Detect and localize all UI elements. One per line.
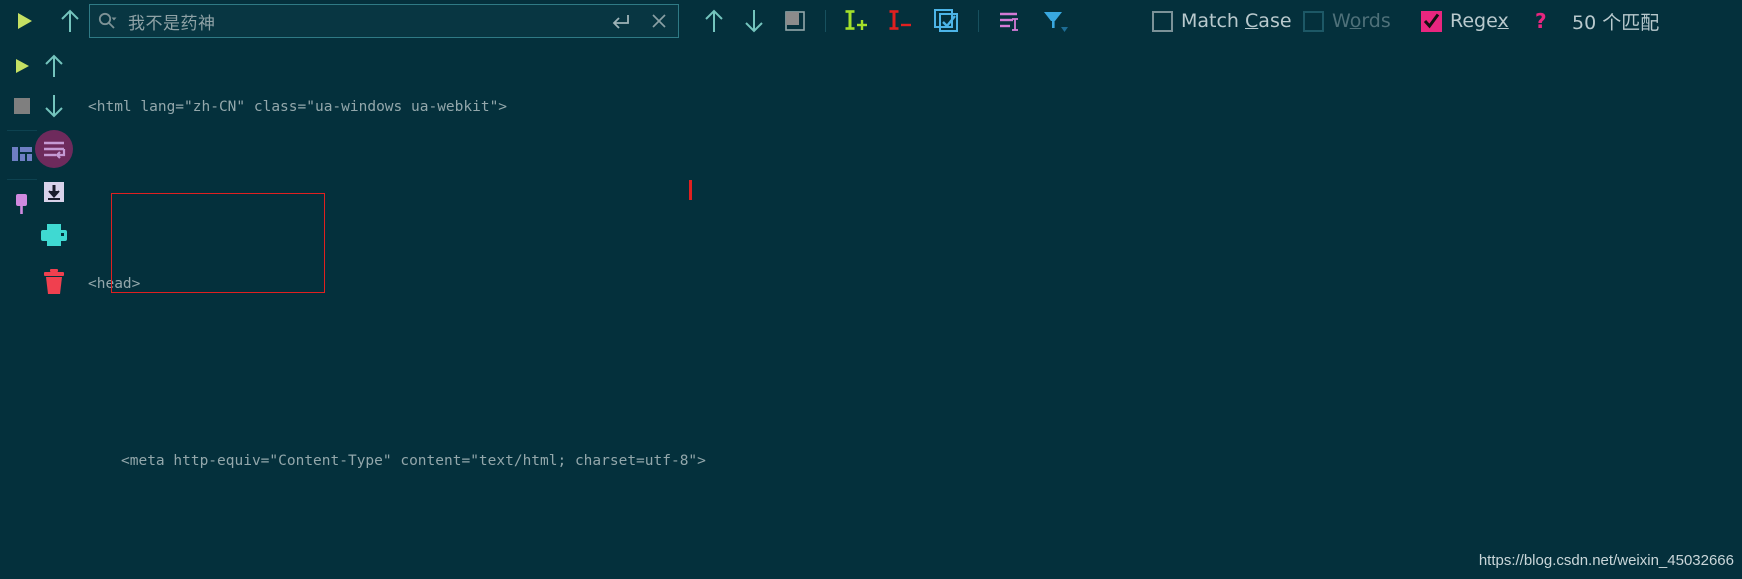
bookmark-add-button[interactable] <box>835 8 879 34</box>
pin-icon <box>16 194 27 214</box>
sidebar-column-right <box>32 42 76 306</box>
arrow-down-icon <box>745 10 763 33</box>
sidebar-item-word-wrap[interactable] <box>32 126 76 172</box>
panel-toggle-icon <box>785 11 805 31</box>
match-count-label: 50 个匹配 <box>1572 11 1660 34</box>
code-line: <meta http-equiv="Content-Type" content=… <box>121 453 706 469</box>
layout-panels-icon <box>12 147 32 161</box>
search-box[interactable]: 我不是药神 <box>89 4 679 38</box>
check-icon <box>1423 13 1440 28</box>
toggle-panel-button[interactable] <box>774 9 816 33</box>
arrow-up-icon <box>705 9 723 32</box>
match-case-checkbox[interactable] <box>1152 10 1173 32</box>
words-label: Words <box>1332 10 1391 32</box>
code-line: <head> <box>88 276 141 292</box>
find-next-button[interactable] <box>734 8 774 34</box>
filter-dropdown-icon <box>1044 12 1068 32</box>
play-run-icon <box>16 59 29 73</box>
sidebar-item-scroll-down[interactable] <box>32 86 76 126</box>
bookmark-remove-button[interactable] <box>879 8 923 34</box>
toolbar-divider <box>978 10 979 32</box>
sidebar-item-print[interactable] <box>32 212 76 258</box>
list-lines-button[interactable] <box>988 8 1032 34</box>
select-all-matches-icon <box>934 9 958 32</box>
trash-icon <box>44 269 64 294</box>
list-lines-icon <box>1000 12 1018 31</box>
code-view[interactable]: <html lang="zh-CN" class="ua-windows ua-… <box>88 34 1742 579</box>
select-all-matches-button[interactable] <box>923 7 969 35</box>
enter-return-icon[interactable] <box>602 5 640 37</box>
sidebar-item-delete[interactable] <box>32 258 76 306</box>
words-checkbox[interactable] <box>1303 10 1324 32</box>
toolbar-divider <box>825 10 826 32</box>
bookmark-add-icon <box>845 10 867 30</box>
search-icon[interactable] <box>90 11 124 31</box>
help-label: ? <box>1535 9 1547 33</box>
arrow-up-icon <box>61 9 79 32</box>
play-run-icon <box>18 13 32 29</box>
text-cursor <box>689 180 692 200</box>
find-previous-button[interactable] <box>694 8 734 34</box>
arrow-down-icon <box>45 95 63 118</box>
match-case-label: Match Case <box>1181 10 1292 32</box>
sidebar-item-scroll-up[interactable] <box>32 46 76 86</box>
stop-square-icon <box>14 98 30 114</box>
watermark: https://blog.csdn.net/weixin_45032666 <box>1478 552 1734 569</box>
left-sidebar <box>0 42 88 579</box>
word-wrap-icon <box>35 130 73 168</box>
regex-checkbox[interactable] <box>1421 10 1442 32</box>
code-line: <html lang="zh-CN" class="ua-windows ua-… <box>88 99 508 115</box>
sidebar-item-download[interactable] <box>32 172 76 212</box>
regex-label: Regex <box>1450 10 1509 32</box>
download-icon <box>44 182 64 202</box>
arrow-up-icon <box>45 54 63 77</box>
search-input[interactable]: 我不是药神 <box>124 9 602 34</box>
bookmark-remove-icon <box>889 10 911 30</box>
run-button[interactable] <box>6 10 42 32</box>
filter-button[interactable] <box>1032 8 1078 34</box>
printer-icon <box>41 224 67 246</box>
scroll-top-button[interactable] <box>52 8 88 34</box>
close-icon[interactable] <box>640 5 678 37</box>
editor-window: 我不是药神 Match Case Words Regex ? 50 个匹配 <h… <box>0 0 1742 579</box>
